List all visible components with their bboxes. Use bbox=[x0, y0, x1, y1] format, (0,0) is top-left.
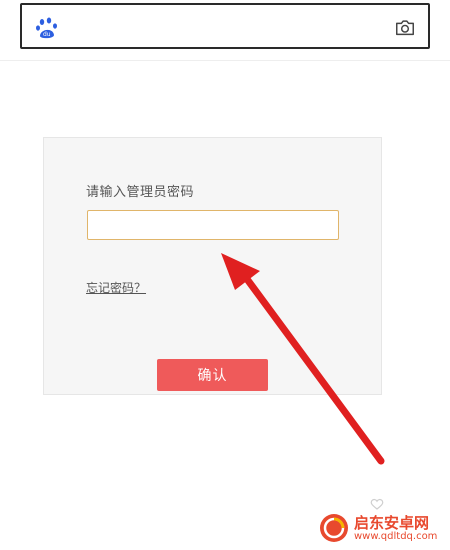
svg-text:du: du bbox=[43, 31, 51, 38]
confirm-button[interactable]: 确认 bbox=[157, 359, 268, 391]
site-watermark: 启东安卓网 www.qdltdq.com bbox=[318, 498, 448, 548]
password-prompt-label: 请输入管理员密码 bbox=[86, 185, 195, 200]
search-bar[interactable]: du bbox=[20, 3, 430, 49]
watermark-title: 启东安卓网 bbox=[354, 514, 430, 532]
admin-password-input[interactable] bbox=[87, 210, 339, 240]
top-divider bbox=[0, 60, 450, 61]
heart-icon bbox=[370, 498, 384, 510]
watermark-logo-icon bbox=[320, 514, 348, 542]
camera-icon[interactable] bbox=[394, 17, 416, 39]
baidu-paw-icon: du bbox=[36, 17, 57, 39]
watermark-url: www.qdltdq.com bbox=[354, 531, 438, 542]
admin-password-panel: 请输入管理员密码 忘记密码？ 确认 bbox=[43, 137, 382, 395]
forgot-password-link[interactable]: 忘记密码？ bbox=[86, 279, 146, 296]
